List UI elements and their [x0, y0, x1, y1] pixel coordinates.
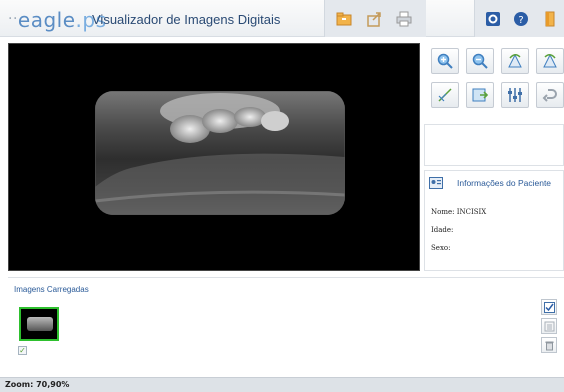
patient-info-panel: Informações do Paciente Nome: INCISIX Id…	[424, 170, 564, 271]
export-icon	[367, 11, 381, 27]
patient-info-title: Informações do Paciente	[457, 178, 552, 188]
measure-button[interactable]	[431, 82, 459, 108]
adjust-sliders-icon	[508, 88, 522, 102]
svg-text:?: ?	[519, 15, 524, 26]
zoom-out-icon	[472, 53, 488, 69]
settings-icon	[486, 11, 501, 26]
rotate-left-button[interactable]	[501, 48, 529, 74]
trash-icon	[545, 341, 553, 350]
delete-button[interactable]	[541, 337, 557, 353]
app-toolbar: ?	[474, 0, 564, 37]
image-thumbnail[interactable]	[19, 307, 59, 341]
list-icon	[544, 321, 554, 331]
zoom-in-button[interactable]	[431, 48, 459, 74]
print-icon	[396, 11, 412, 26]
list-button[interactable]	[541, 318, 557, 334]
dental-xray-image	[95, 91, 345, 215]
thumbnail-checkbox[interactable]: ✓	[18, 346, 27, 355]
file-toolbar	[324, 0, 426, 37]
logo-main-text: eagle	[17, 8, 76, 32]
thumbnail-preview	[27, 317, 53, 331]
loaded-images-title: Imagens Carregadas	[14, 285, 89, 294]
rotate-right-icon	[543, 53, 557, 68]
rotate-left-icon	[508, 53, 522, 68]
undo-button[interactable]	[536, 82, 564, 108]
image-viewer[interactable]	[8, 43, 420, 271]
export-button[interactable]	[359, 4, 389, 34]
checkbox-icon	[543, 301, 555, 313]
help-icon: ?	[514, 11, 529, 26]
exit-door-icon	[545, 11, 555, 26]
zoom-out-button[interactable]	[466, 48, 494, 74]
id-card-icon	[429, 177, 443, 189]
undo-icon	[542, 89, 557, 102]
export-image-button[interactable]	[466, 82, 494, 108]
open-folder-icon	[336, 12, 352, 25]
help-button[interactable]: ?	[507, 4, 535, 34]
rotate-right-button[interactable]	[536, 48, 564, 74]
tool-options-area	[424, 124, 564, 166]
print-button[interactable]	[389, 4, 419, 34]
zoom-level: Zoom: 70,90%	[5, 380, 70, 389]
exit-button[interactable]	[536, 4, 564, 34]
export-image-icon	[472, 88, 489, 102]
select-all-button[interactable]	[541, 299, 557, 315]
adjust-button[interactable]	[501, 82, 529, 108]
settings-button[interactable]	[479, 4, 507, 34]
patient-name: Nome: INCISIX	[431, 208, 487, 216]
open-button[interactable]	[329, 4, 359, 34]
app-title: Visualizador de Imagens Digitais	[92, 12, 281, 27]
status-bar: Zoom: 70,90%	[0, 377, 564, 392]
measure-icon	[438, 88, 452, 102]
patient-sex: Sexo:	[431, 244, 451, 252]
image-tools-panel	[424, 43, 564, 117]
app-header: ··eagle.ps Visualizador de Imagens Digit…	[0, 0, 564, 37]
patient-age: Idade:	[431, 226, 454, 234]
zoom-in-icon	[437, 53, 453, 69]
loaded-images-panel: Imagens Carregadas ✓	[8, 277, 564, 369]
